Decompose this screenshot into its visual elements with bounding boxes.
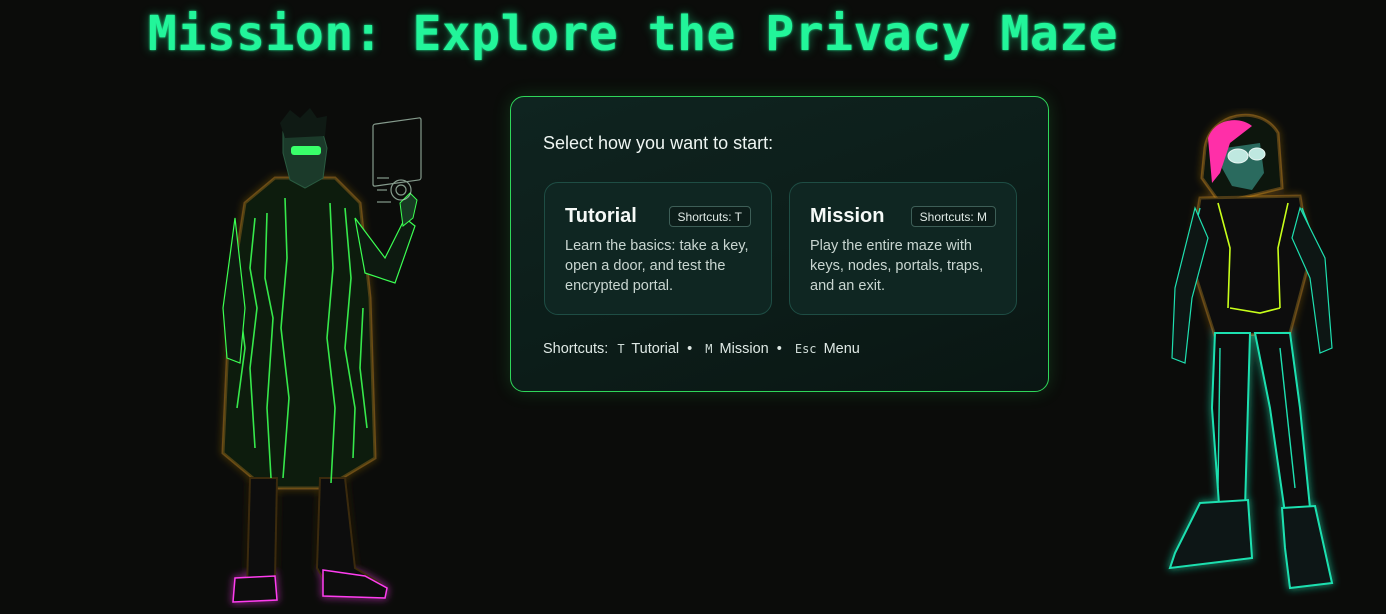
mission-card-description: Play the entire maze with keys, nodes, p…: [810, 238, 984, 294]
shortcut-separator: •: [776, 341, 782, 357]
page-title: Mission: Explore the Privacy Maze: [147, 6, 1119, 62]
tutorial-card-description: Learn the basics: take a key, open a doo…: [565, 238, 749, 294]
hacker-character-right: [1168, 113, 1334, 590]
start-mode-panel: Select how you want to start: Tutorial S…: [510, 96, 1049, 392]
shortcut-separator: •: [687, 341, 693, 357]
shortcut-action-menu: Menu: [823, 341, 860, 357]
shortcut-key-t: T: [617, 342, 625, 356]
shortcuts-label: Shortcuts:: [543, 341, 609, 357]
hacker-character-left: [221, 108, 422, 603]
shortcuts-hint: Shortcuts: T Tutorial • M Mission • Esc …: [543, 341, 860, 357]
shortcut-action-mission: Mission: [719, 341, 769, 357]
mission-shortcut-badge: Shortcuts: M: [910, 206, 996, 227]
tutorial-shortcut-badge: Shortcuts: T: [668, 206, 751, 227]
shortcut-key-m: M: [705, 342, 713, 356]
start-prompt: Select how you want to start:: [543, 133, 774, 153]
tutorial-option-card[interactable]: Tutorial Shortcuts: T Learn the basics: …: [544, 182, 772, 315]
shortcut-action-tutorial: Tutorial: [631, 341, 680, 357]
mission-option-card[interactable]: Mission Shortcuts: M Play the entire maz…: [789, 182, 1017, 315]
mission-card-title: Mission: [810, 205, 885, 227]
tutorial-card-title: Tutorial: [565, 205, 637, 227]
shortcut-key-esc: Esc: [794, 342, 817, 356]
